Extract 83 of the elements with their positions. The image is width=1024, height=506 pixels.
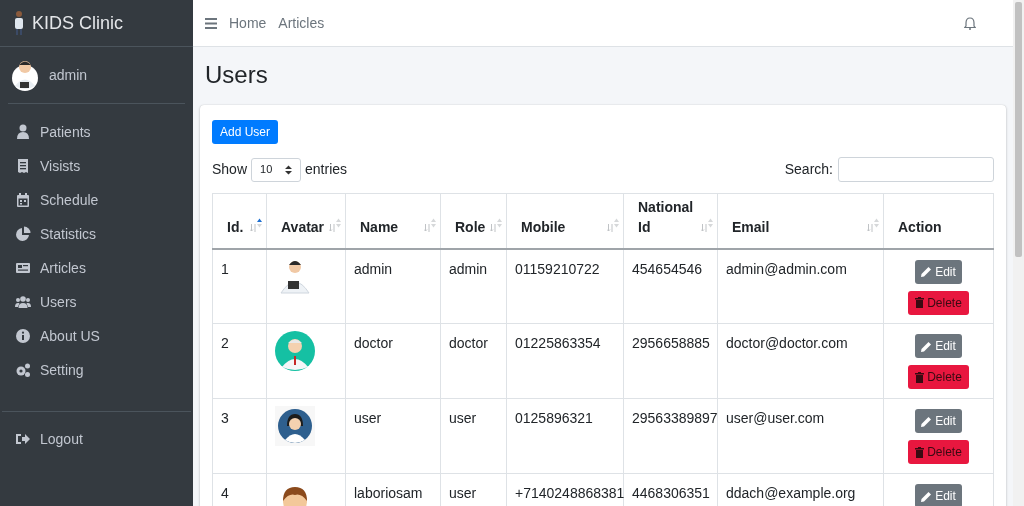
column-header[interactable]: Email <box>717 193 884 249</box>
table-cell: user <box>449 485 477 501</box>
user-name[interactable]: admin <box>49 64 88 86</box>
column-header[interactable]: National Id <box>623 193 718 249</box>
avatar-icon <box>275 406 315 446</box>
table-cell: 2 <box>221 335 229 351</box>
pencil-icon <box>921 490 933 502</box>
table-cell: 4 <box>221 485 229 501</box>
table-cell: user@user.com <box>726 410 825 426</box>
pencil-icon <box>921 415 933 427</box>
table-cell: 29563389897 <box>632 410 718 426</box>
table-cell: 3 <box>221 410 229 426</box>
pie-chart-icon <box>15 226 31 242</box>
sidebar-item[interactable]: Schedule <box>8 183 185 217</box>
sidebar-item[interactable]: Visists <box>8 149 185 183</box>
scrollbar[interactable] <box>1013 0 1024 506</box>
pencil-icon <box>921 340 933 352</box>
table-cell: 4468306351 <box>632 485 710 501</box>
table-cell: 1 <box>221 260 229 277</box>
person-icon <box>15 124 31 140</box>
logout-icon <box>15 431 31 447</box>
table-cell: 0125896321 <box>515 410 593 426</box>
bell-icon[interactable] <box>964 16 976 30</box>
search-field[interactable] <box>838 157 994 182</box>
delete-button[interactable]: Delete <box>908 440 969 464</box>
sidebar-item[interactable]: Setting <box>8 353 185 387</box>
nav-link[interactable]: Home <box>229 12 267 34</box>
table-cell: user <box>354 410 382 426</box>
gears-icon <box>15 362 31 378</box>
column-header[interactable]: Id. <box>212 193 267 249</box>
table-cell: doctor <box>449 335 488 351</box>
table-cell: 2956658885 <box>632 335 710 351</box>
table-cell: admin@admin.com <box>726 260 847 277</box>
column-header[interactable]: Avatar <box>266 193 346 249</box>
table-cell: 454654546 <box>632 260 703 277</box>
edit-button[interactable]: Edit <box>915 259 962 284</box>
delete-button[interactable]: Delete <box>908 365 969 389</box>
logout-link[interactable]: Logout <box>8 422 185 456</box>
calendar-icon <box>15 192 31 208</box>
table-cell: 01225863354 <box>515 335 601 351</box>
sidebar-item[interactable]: Articles <box>8 251 185 285</box>
menu-icon[interactable] <box>205 17 217 29</box>
avatar-icon <box>11 58 39 92</box>
edit-button[interactable]: Edit <box>915 409 962 433</box>
show-label: Show <box>212 160 248 179</box>
trash-icon <box>915 371 925 383</box>
table-cell: doctor@doctor.com <box>726 335 848 351</box>
pencil-icon <box>921 266 933 277</box>
sidebar-item[interactable]: Statistics <box>8 217 185 251</box>
nav-link[interactable]: Articles <box>278 12 325 34</box>
table-cell: ddach@example.org <box>726 485 856 501</box>
delete-button[interactable]: Delete <box>908 290 969 315</box>
table-cell: +7140248868381 <box>515 485 625 501</box>
sidebar-item[interactable]: About US <box>8 319 185 353</box>
page-title: Users <box>205 60 269 90</box>
column-header[interactable]: Role <box>440 193 507 249</box>
column-header: Action <box>883 193 994 249</box>
doctor-logo-icon <box>12 10 26 36</box>
newspaper-icon <box>15 260 31 276</box>
table-cell: admin <box>449 260 488 277</box>
column-header[interactable]: Name <box>345 193 441 249</box>
caret-icon <box>285 164 293 175</box>
column-header[interactable]: Mobile <box>506 193 624 249</box>
table-cell: user <box>449 410 477 426</box>
table-cell: laboriosam <box>354 485 423 501</box>
add-user-button[interactable]: Add User <box>212 120 279 144</box>
entries-label: entries <box>305 160 348 179</box>
info-icon <box>15 328 31 344</box>
entries-select[interactable]: 10 <box>251 157 302 182</box>
table-cell: 01159210722 <box>515 260 600 277</box>
search-label: Search: <box>784 160 833 179</box>
sidebar-item[interactable]: Patients <box>8 115 185 149</box>
trash-icon <box>915 297 925 308</box>
receipt-icon <box>15 158 31 174</box>
table-cell: doctor <box>354 335 393 351</box>
avatar-icon <box>275 331 315 371</box>
table-cell: admin <box>354 260 393 277</box>
users-icon <box>15 294 31 310</box>
sidebar-item[interactable]: Users <box>8 285 185 319</box>
brand-title[interactable]: KIDS Clinic <box>32 9 124 37</box>
trash-icon <box>915 446 925 458</box>
edit-button[interactable]: Edit <box>915 484 962 506</box>
edit-button[interactable]: Edit <box>915 334 962 358</box>
